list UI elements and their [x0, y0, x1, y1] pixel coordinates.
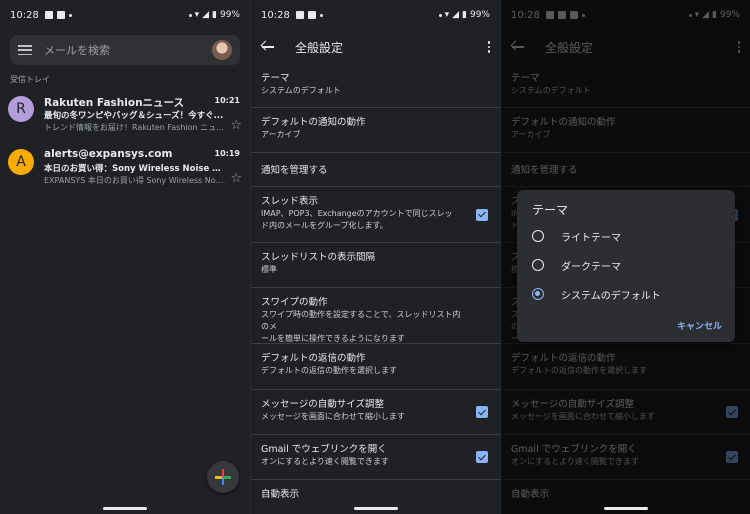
status-time: 10:28: [261, 9, 290, 21]
setting-default-reply-action[interactable]: デフォルトの返信の動作 デフォルトの返信の動作を選択します: [251, 344, 500, 390]
setting-value: アーカイブ: [261, 130, 301, 139]
signal-icon: ◢: [202, 10, 210, 20]
battery-level: 99%: [469, 10, 490, 20]
radio-button[interactable]: [532, 259, 544, 271]
setting-title: Gmail でウェブリンクを開く: [261, 444, 387, 455]
mail-subject: 本日のお買い得：Sony Wireless Noise Cance...: [44, 164, 224, 174]
theme-dialog: テーマ ライトテーマ ダークテーマ システムのデフォルト キャンセル: [517, 190, 735, 342]
radio-button-selected[interactable]: [532, 288, 544, 300]
setting-description: メッセージを画面に合わせて縮小します: [261, 412, 405, 421]
mail-sender: alerts@expansys.com: [44, 148, 173, 160]
theme-option-light[interactable]: ライトテーマ: [532, 226, 621, 246]
radio-button[interactable]: [532, 230, 544, 242]
dialog-title: テーマ: [532, 203, 569, 217]
mail-sender: Rakuten Fashionニュース: [44, 97, 185, 109]
inbox-screen: 10:28 ▾ ◢ ▮ 99% メールを検索 受信トレイ R Rakuten F…: [0, 0, 250, 514]
setting-auto-fit-messages[interactable]: メッセージの自動サイズ調整 メッセージを画面に合わせて縮小します: [251, 390, 500, 435]
more-notifications-icon: [68, 13, 72, 17]
theme-option-system-default[interactable]: システムのデフォルト: [532, 284, 661, 304]
hamburger-menu-icon[interactable]: [18, 45, 32, 55]
status-bar: 10:28 ▾ ◢ ▮ 99%: [251, 0, 500, 30]
cancel-button[interactable]: キャンセル: [677, 319, 722, 332]
signal-icon: ◢: [452, 10, 460, 20]
wifi-icon: ▾: [194, 10, 200, 20]
gesture-nav-bar[interactable]: [603, 507, 648, 510]
battery-icon: ▮: [462, 10, 467, 20]
more-options-icon[interactable]: [487, 41, 490, 53]
setting-description: IMAP、POP3、Exchangeのアカウントで同じスレッ: [261, 209, 453, 218]
page-title: 全般設定: [295, 40, 344, 55]
setting-title: デフォルトの返信の動作: [261, 353, 366, 364]
battery-level: 99%: [219, 10, 240, 20]
theme-option-dark[interactable]: ダークテーマ: [532, 255, 621, 275]
more-notifications-icon: [319, 13, 323, 17]
notification-icon: [307, 11, 316, 19]
star-icon[interactable]: ☆: [230, 172, 242, 185]
notification-icon: [56, 11, 65, 19]
mail-snippet: トレンド情報をお届け！Rakuten Fashion ニュ...: [44, 123, 224, 132]
mail-item[interactable]: A alerts@expansys.com 10:19 本日のお買い得：Sony…: [0, 147, 250, 197]
setting-description: スワイプ時の動作を設定することで、スレッドリスト内のメ: [261, 310, 461, 331]
setting-value: システムのデフォルト: [261, 86, 341, 95]
option-label: ライトテーマ: [561, 232, 621, 244]
setting-default-notification-action[interactable]: デフォルトの通知の動作 アーカイブ: [251, 108, 500, 153]
option-label: ダークテーマ: [561, 261, 621, 273]
auto-fit-checkbox[interactable]: [476, 406, 488, 418]
eye-icon: [438, 13, 442, 17]
setting-title: スワイプの動作: [261, 297, 328, 308]
search-input[interactable]: メールを検索: [44, 42, 110, 58]
sender-avatar: R: [8, 96, 34, 122]
setting-title: 自動表示: [261, 489, 300, 500]
wifi-icon: ▾: [444, 10, 450, 20]
star-icon[interactable]: ☆: [230, 119, 242, 132]
setting-title: メッセージの自動サイズ調整: [261, 399, 385, 410]
setting-description: オンにするとより速く閲覧できます: [261, 457, 389, 466]
app-bar: 全般設定: [251, 30, 500, 64]
setting-title: スレッド表示: [261, 196, 319, 207]
theme-dialog-screen: 10:28 ▾ ◢ ▮ 99% 全般設定 テーマ システムのデフォルト デフォル…: [500, 0, 750, 514]
setting-title: 通知を管理する: [261, 165, 328, 176]
setting-manage-notifications[interactable]: 通知を管理する: [251, 153, 500, 187]
mail-subject: 最旬の冬ワンピやバッグ＆シューズ！今すぐ...: [44, 111, 224, 121]
account-avatar[interactable]: [212, 40, 232, 60]
gesture-nav-bar[interactable]: [353, 507, 398, 510]
mail-item[interactable]: R Rakuten Fashionニュース 10:21 最旬の冬ワンピやバッグ＆…: [0, 94, 250, 144]
setting-theme[interactable]: テーマ システムのデフォルト: [251, 64, 500, 108]
inbox-section-label: 受信トレイ: [10, 75, 50, 84]
setting-conversation-view[interactable]: スレッド表示 IMAP、POP3、Exchangeのアカウントで同じスレッ ド内…: [251, 187, 500, 243]
mail-snippet: EXPANSYS 本日のお買い得 Sony Wireless Noi...: [44, 176, 224, 185]
setting-title: テーマ: [261, 73, 290, 84]
photo-icon: [44, 11, 53, 19]
photo-icon: [295, 11, 304, 19]
conversation-view-checkbox[interactable]: [476, 208, 488, 221]
status-time: 10:28: [10, 9, 39, 21]
setting-list-density[interactable]: スレッドリストの表示間隔 標準: [251, 243, 500, 288]
search-bar[interactable]: メールを検索: [10, 35, 240, 65]
eye-icon: [188, 13, 192, 17]
compose-button[interactable]: [207, 461, 239, 493]
setting-title: スレッドリストの表示間隔: [261, 252, 376, 263]
setting-description: ド内のメールをグループ化します。: [261, 221, 388, 230]
settings-screen: 10:28 ▾ ◢ ▮ 99% 全般設定 テーマ システムのデフォルト デフォル…: [250, 0, 500, 514]
settings-list: テーマ システムのデフォルト デフォルトの通知の動作 アーカイブ 通知を管理する…: [251, 64, 500, 514]
status-bar: 10:28 ▾ ◢ ▮ 99%: [0, 0, 250, 30]
setting-title: デフォルトの通知の動作: [261, 117, 366, 128]
gesture-nav-bar[interactable]: [103, 507, 147, 510]
open-web-links-checkbox[interactable]: [476, 451, 488, 463]
mail-time: 10:21: [214, 96, 240, 105]
setting-swipe-actions[interactable]: スワイプの動作 スワイプ時の動作を設定することで、スレッドリスト内のメ ールを簡…: [251, 288, 500, 344]
setting-value: 標準: [261, 265, 277, 274]
sender-avatar: A: [8, 149, 34, 175]
setting-open-web-links[interactable]: Gmail でウェブリンクを開く オンにするとより速く閲覧できます: [251, 435, 500, 480]
option-label: システムのデフォルト: [561, 290, 661, 302]
battery-icon: ▮: [212, 10, 217, 20]
setting-description: デフォルトの返信の動作を選択します: [261, 366, 397, 375]
back-arrow-icon[interactable]: [261, 41, 277, 53]
mail-time: 10:19: [214, 149, 240, 158]
